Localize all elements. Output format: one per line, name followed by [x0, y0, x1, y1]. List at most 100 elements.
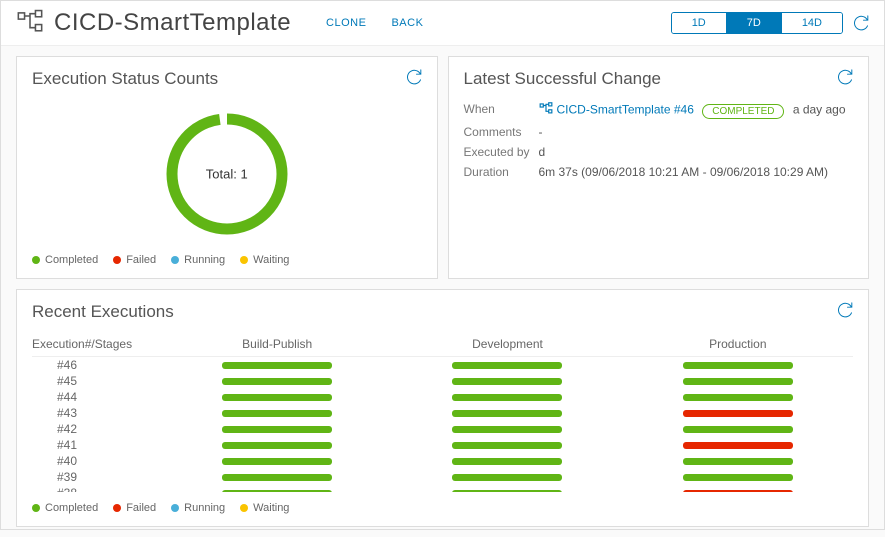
duration-row: Duration 6m 37s (09/06/2018 10:21 AM - 0…: [464, 162, 854, 182]
legend-label: Running: [184, 502, 225, 514]
status-bar: [222, 490, 332, 493]
stage-cell: [623, 442, 853, 449]
when-label: When: [464, 102, 539, 119]
stage-cell: [392, 394, 622, 401]
status-bar: [222, 474, 332, 481]
page-header: CICD-SmartTemplate CLONE BACK 1D7D14D: [1, 1, 884, 46]
execution-link[interactable]: CICD-SmartTemplate #46: [557, 103, 694, 117]
when-row: When CICD-SmartTemplate #46 COMPLETED a …: [464, 99, 854, 122]
legend-dot-icon: [240, 256, 248, 264]
execution-id: #41: [32, 438, 162, 452]
stage-cell: [392, 474, 622, 481]
status-bar: [683, 442, 793, 449]
table-header: Execution#/Stages Build-Publish Developm…: [32, 332, 853, 357]
table-row[interactable]: #43: [32, 405, 853, 421]
range-14d[interactable]: 14D: [782, 13, 842, 33]
refresh-icon[interactable]: [837, 302, 853, 321]
range-7d[interactable]: 7D: [727, 13, 782, 33]
table-row[interactable]: #42: [32, 421, 853, 437]
stage-cell: [392, 378, 622, 385]
table-row[interactable]: #40: [32, 453, 853, 469]
main-content: Execution Status Counts Total: 1 Complet…: [1, 46, 884, 537]
stage-cell: [162, 458, 392, 465]
stage-cell: [392, 410, 622, 417]
stage-cell: [392, 490, 622, 493]
status-bar: [683, 394, 793, 401]
donut-total-label: Total: 1: [206, 167, 248, 182]
status-counts-card: Execution Status Counts Total: 1 Complet…: [16, 56, 438, 279]
header-right: 1D7D14D: [671, 12, 869, 34]
stage-cell: [623, 474, 853, 481]
clone-button[interactable]: CLONE: [326, 17, 366, 29]
stage-cell: [162, 490, 392, 493]
legend-dot-icon: [32, 256, 40, 264]
legend-label: Completed: [45, 254, 98, 266]
status-bar: [683, 490, 793, 493]
table-row[interactable]: #41: [32, 437, 853, 453]
status-bar: [683, 426, 793, 433]
back-button[interactable]: BACK: [391, 17, 423, 29]
table-row[interactable]: #44: [32, 389, 853, 405]
executed-label: Executed by: [464, 145, 539, 159]
execution-id: #44: [32, 390, 162, 404]
execution-id: #46: [32, 358, 162, 372]
table-row[interactable]: #39: [32, 469, 853, 485]
when-ago: a day ago: [793, 103, 846, 117]
stage-cell: [623, 490, 853, 493]
stage-header: Production: [623, 337, 853, 351]
stage-cell: [623, 426, 853, 433]
legend-dot-icon: [171, 504, 179, 512]
legend-label: Waiting: [253, 502, 289, 514]
refresh-icon[interactable]: [406, 69, 422, 88]
status-bar: [452, 490, 562, 493]
status-legend: Completed Failed Running Waiting: [32, 254, 422, 266]
stage-cell: [392, 362, 622, 369]
execution-id: #39: [32, 470, 162, 484]
stage-cell: [162, 362, 392, 369]
stage-cell: [162, 394, 392, 401]
status-bar: [222, 426, 332, 433]
status-bar: [222, 378, 332, 385]
table-row[interactable]: #46: [32, 357, 853, 373]
page-title: CICD-SmartTemplate: [54, 9, 291, 37]
execution-id: #40: [32, 454, 162, 468]
table-row[interactable]: #45: [32, 373, 853, 389]
executed-row: Executed by d: [464, 142, 854, 162]
legend-item: Waiting: [240, 502, 289, 514]
executions-scroll[interactable]: #46#45#44#43#42#41#40#39#38#37: [32, 357, 853, 492]
status-bar: [452, 362, 562, 369]
status-bar: [683, 410, 793, 417]
stage-cell: [623, 410, 853, 417]
stage-cell: [162, 442, 392, 449]
stage-cell: [392, 426, 622, 433]
duration-value: 6m 37s (09/06/2018 10:21 AM - 09/06/2018…: [539, 165, 854, 179]
recent-legend: CompletedFailedRunningWaiting: [32, 502, 853, 514]
stage-header: Development: [392, 337, 622, 351]
comments-value: -: [539, 125, 854, 139]
refresh-icon[interactable]: [837, 69, 853, 88]
legend-dot-icon: [113, 256, 121, 264]
executed-value: d: [539, 145, 854, 159]
status-bar: [683, 474, 793, 481]
table-row[interactable]: #38: [32, 485, 853, 492]
legend-label: Failed: [126, 502, 156, 514]
status-bar: [452, 474, 562, 481]
legend-item: Failed: [113, 254, 156, 266]
legend-dot-icon: [171, 256, 179, 264]
refresh-icon[interactable]: [853, 15, 869, 31]
card-title: Recent Executions: [32, 302, 853, 322]
legend-label: Running: [184, 254, 225, 266]
legend-item: Running: [171, 502, 225, 514]
comments-label: Comments: [464, 125, 539, 139]
status-bar: [683, 378, 793, 385]
status-bar: [452, 394, 562, 401]
status-bar: [452, 426, 562, 433]
execution-id: #43: [32, 406, 162, 420]
status-bar: [683, 458, 793, 465]
top-row: Execution Status Counts Total: 1 Complet…: [16, 56, 869, 279]
donut-chart: Total: 1: [32, 99, 422, 244]
legend-item: Waiting: [240, 254, 289, 266]
when-value: CICD-SmartTemplate #46 COMPLETED a day a…: [539, 102, 854, 119]
range-1d[interactable]: 1D: [672, 13, 727, 33]
pipeline-icon: [539, 102, 553, 119]
